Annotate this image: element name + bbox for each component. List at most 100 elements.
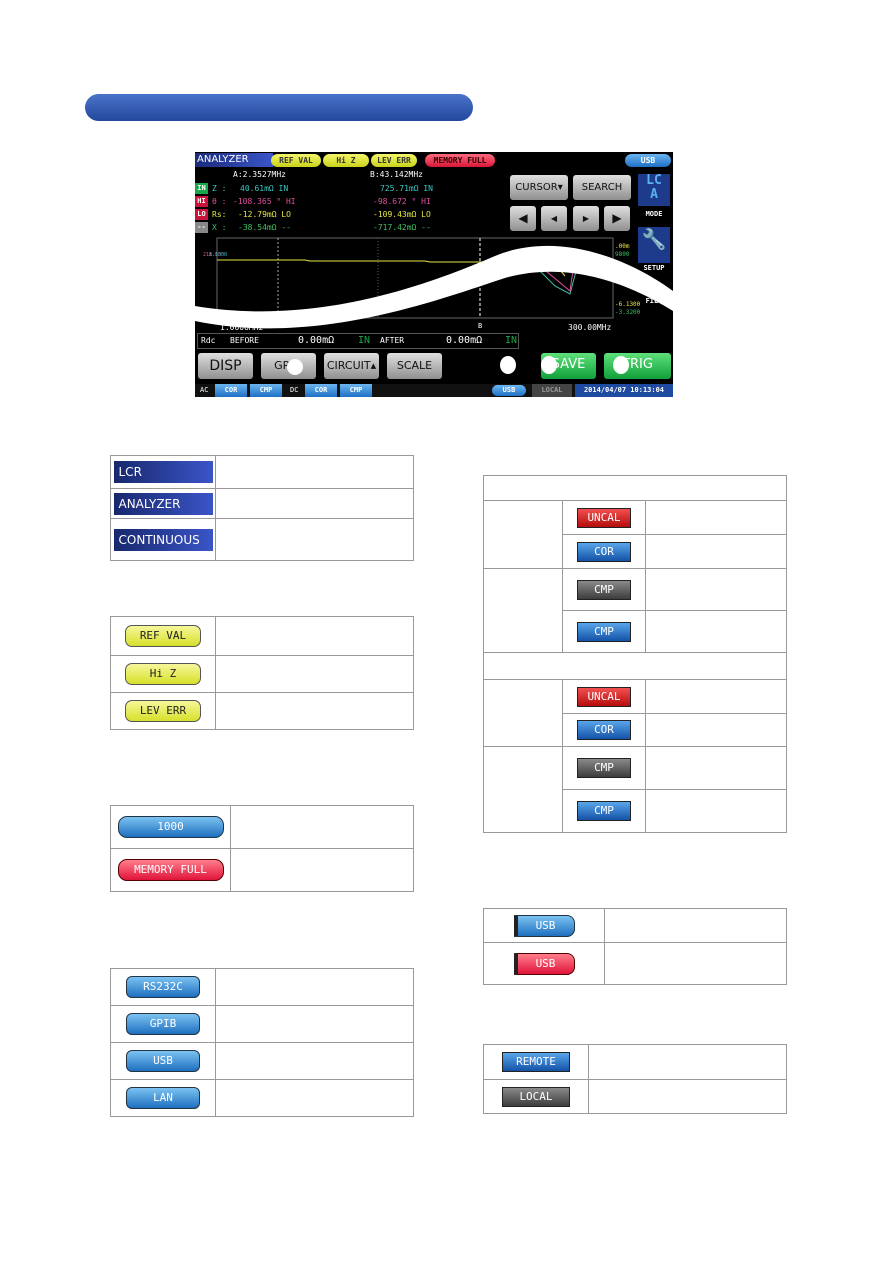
dc-cmp: CMP [340, 384, 372, 397]
remote-badge: REMOTE [502, 1052, 570, 1072]
cmp-on-badge: CMP [577, 801, 631, 821]
lev-err-badge: LEV ERR [125, 700, 201, 722]
callout-marker [613, 356, 629, 374]
interface-table: RS232C GPIB USB LAN [110, 968, 414, 1117]
lev-err-badge: LEV ERR [371, 154, 417, 167]
datetime: 2014/04/07 10:13:04 [575, 384, 673, 397]
graph-area: A B .00m 9800 211.00 8.1300 -6.1300 -3.3… [195, 237, 673, 330]
value-a: -12.79mΩ LO [238, 210, 291, 219]
footer-status-bar: AC COR CMP DC COR CMP USB LOCAL 2014/04/… [195, 384, 673, 397]
lcr-mode-icon[interactable]: LC A [638, 174, 670, 206]
right-axis-bottom-2: -3.3200 [615, 309, 641, 316]
uncal-badge: UNCAL [577, 507, 631, 528]
lan-badge: LAN [126, 1087, 200, 1109]
judge-none: -- [195, 222, 208, 233]
mode-table: LCR ANALYZER CONTINUOUS [110, 455, 414, 561]
callout-marker [287, 359, 303, 375]
usb-badge: USB [126, 1050, 200, 1072]
usb-connected-badge: USB [513, 914, 575, 937]
after-judge: IN [505, 335, 518, 346]
ac-cor: COR [215, 384, 247, 397]
memory-full-badge: MEMORY FULL [425, 154, 495, 167]
judge-hi: HI [195, 196, 208, 207]
cursor-button[interactable]: CURSOR▾ [510, 175, 568, 200]
dc-cor: COR [305, 384, 337, 397]
value-b: -98.672 ° HI [373, 197, 431, 206]
memory-full-badge: MEMORY FULL [117, 859, 224, 881]
ac-cmp: CMP [250, 384, 282, 397]
cursor-b-freq: B:43.142MHz [370, 170, 423, 179]
after-value: 0.00mΩ [446, 335, 483, 346]
judge-in: IN [195, 183, 208, 194]
cmp-off-badge: CMP [577, 758, 631, 778]
left-axis-top-2: 8.1300 [209, 252, 227, 258]
local-badge: LOCAL [502, 1086, 570, 1107]
marker-b: B [478, 322, 482, 330]
callout-marker [541, 356, 557, 374]
dc-label: DC [290, 386, 299, 394]
scale-button[interactable]: SCALE [387, 353, 442, 379]
before-value: 0.00mΩ [298, 335, 335, 346]
usb-error-badge: USB [513, 952, 575, 975]
uncal-badge: UNCAL [577, 686, 631, 707]
circuit-button[interactable]: CIRCUIT▴ [324, 353, 379, 379]
right-axis-top: .00m [615, 243, 630, 250]
x-start-label: 1.0000MHz [220, 323, 264, 332]
judge-lo: LO [195, 209, 208, 220]
cmp-off-badge: CMP [577, 579, 631, 600]
rs232c-badge: RS232C [126, 976, 200, 998]
right-axis-bottom: -6.1300 [615, 301, 641, 308]
value-a: -38.54mΩ -- [238, 223, 291, 232]
memory-table: 1000 MEMORY FULL [110, 805, 414, 892]
triangle-right-icon: ▶ [582, 214, 590, 223]
value-a: 40.61mΩ IN [240, 184, 289, 193]
triangle-left-icon: ◀ [550, 214, 558, 223]
cmp-on-badge: CMP [577, 621, 631, 642]
triangle-left-icon: ◀ [518, 211, 528, 225]
section-header-bar [85, 94, 473, 121]
mode-label: MODE [645, 210, 663, 218]
mode-lcr-badge: LCR [113, 461, 213, 483]
cursor-right-button[interactable]: ▶ [573, 206, 599, 231]
mode-analyzer-badge: ANALYZER [113, 492, 213, 515]
usb-badge: USB [625, 154, 671, 167]
param-label: θ : [212, 197, 227, 206]
after-label: AFTER [380, 336, 405, 345]
callout-marker [500, 356, 516, 374]
memory-count-badge: 1000 [117, 816, 224, 838]
triangle-right-icon: ▶ [612, 211, 622, 225]
cursor-left-button[interactable]: ◀ [541, 206, 567, 231]
param-label: X : [212, 223, 227, 232]
right-axis-top-2: 9800 [615, 251, 630, 258]
page-break-wave [195, 245, 673, 329]
value-b: -717.42mΩ -- [373, 223, 431, 232]
rdc-label: Rdc [201, 336, 216, 345]
usb-memory-table: USB USB [483, 908, 787, 985]
hi-z-badge: Hi Z [125, 663, 201, 685]
ref-val-badge: REF VAL [125, 625, 201, 647]
usb-memory-indicator: USB [492, 385, 526, 396]
gpib-badge: GPIB [126, 1013, 200, 1035]
cursor-left-fast-button[interactable]: ◀ [510, 206, 536, 231]
param-label: Z : [212, 184, 227, 193]
value-b: -109.43mΩ LO [373, 210, 431, 219]
cursor-a-freq: A:2.3527MHz [233, 170, 286, 179]
before-judge: IN [358, 335, 371, 346]
error-table: REF VAL Hi Z LEV ERR [110, 616, 414, 730]
mode-continuous-badge: CONTINUOUS [113, 528, 213, 551]
disp-button[interactable]: DISP [198, 353, 253, 379]
before-label: BEFORE [230, 336, 259, 345]
x-end-label: 300.00MHz [568, 323, 612, 332]
remote-table: REMOTE LOCAL [483, 1044, 787, 1114]
instrument-screen: ANALYZER REF VAL Hi Z LEV ERR MEMORY FUL… [195, 152, 673, 397]
hi-z-badge: Hi Z [323, 154, 369, 167]
search-button[interactable]: SEARCH [573, 175, 631, 200]
cursor-right-fast-button[interactable]: ▶ [604, 206, 630, 231]
local-indicator: LOCAL [532, 384, 572, 397]
param-label: Rs: [212, 210, 227, 219]
cor-badge: COR [577, 720, 631, 740]
rdc-panel: Rdc BEFORE 0.00mΩ IN AFTER 0.00mΩ IN [197, 333, 519, 349]
cor-badge: COR [577, 541, 631, 562]
ac-label: AC [200, 386, 209, 394]
ref-val-badge: REF VAL [271, 154, 321, 167]
